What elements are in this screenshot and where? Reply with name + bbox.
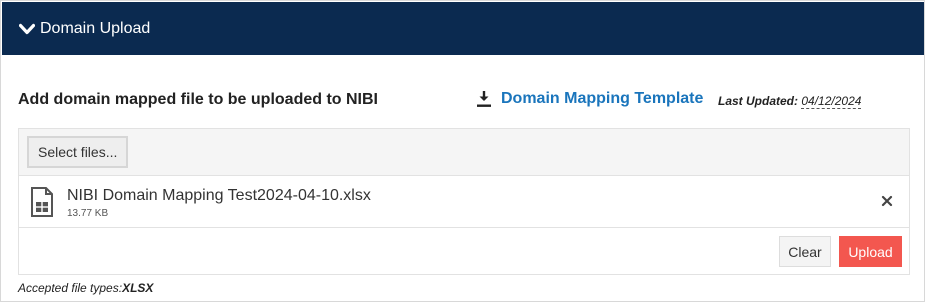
upload-button[interactable]: Upload	[839, 236, 902, 267]
last-updated-label: Last Updated:	[718, 94, 799, 108]
clear-button[interactable]: Clear	[779, 236, 831, 267]
file-size: 13.77 KB	[67, 208, 109, 219]
select-files-button[interactable]: Select files...	[27, 136, 129, 168]
domain-upload-panel: Domain Upload Add domain mapped file to …	[0, 0, 925, 302]
upload-toolbar: Select files...	[19, 129, 909, 176]
upload-actions: Clear Upload	[19, 229, 909, 274]
last-updated-date: 04/12/2024	[801, 94, 862, 109]
accepted-label: Accepted file types:	[18, 281, 123, 295]
spreadsheet-file-icon	[31, 187, 53, 217]
accepted-file-types: Accepted file types:XLSX	[18, 281, 153, 295]
close-icon[interactable]	[879, 193, 895, 209]
file-upload-box: Select files... NIBI Domain Mapping Test…	[18, 128, 910, 275]
panel-header[interactable]: Domain Upload	[2, 2, 924, 55]
upload-heading: Add domain mapped file to be uploaded to…	[18, 91, 378, 108]
template-link-group[interactable]: Domain Mapping Template	[476, 90, 703, 108]
file-name: NIBI Domain Mapping Test2024-04-10.xlsx	[67, 187, 371, 204]
chevron-down-icon	[19, 23, 35, 34]
download-icon	[477, 91, 491, 107]
file-list-item: NIBI Domain Mapping Test2024-04-10.xlsx …	[19, 177, 909, 228]
accepted-types: XLSX	[122, 281, 154, 295]
panel-title: Domain Upload	[40, 19, 151, 37]
domain-mapping-template-link[interactable]: Domain Mapping Template	[501, 90, 703, 108]
last-updated: Last Updated: 04/12/2024	[718, 94, 862, 109]
